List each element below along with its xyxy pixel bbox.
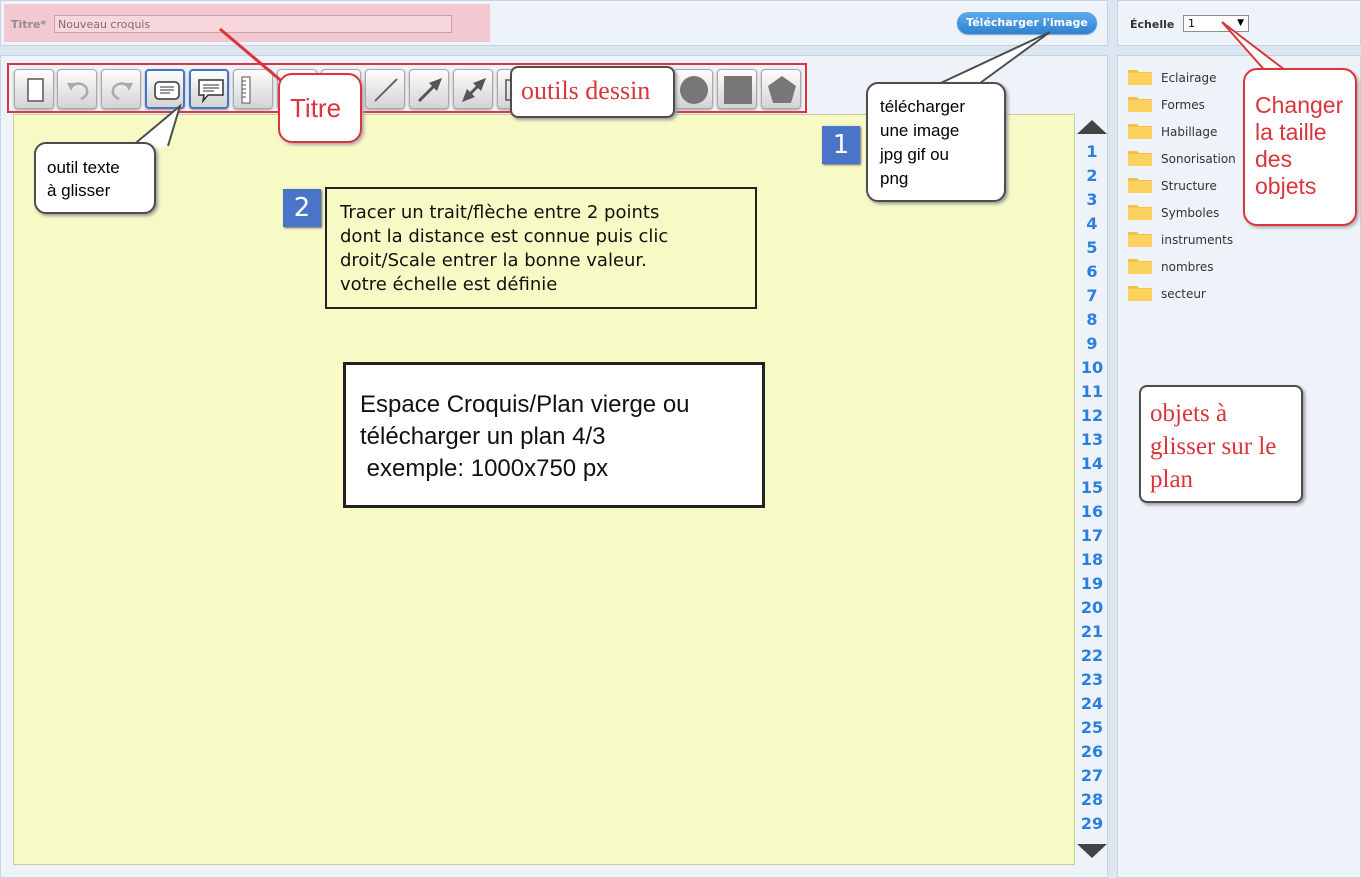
- callout-objets-glisser: objets à glisser sur le plan: [1139, 385, 1303, 503]
- callout-titre-text: Titre: [290, 93, 342, 123]
- step-badge-1: 1: [822, 126, 860, 164]
- callout-changer-taille: Changer la taille des objets: [1243, 68, 1357, 226]
- step-badge-2: 2: [283, 189, 321, 227]
- step-2-note: Tracer un trait/flèche entre 2 points do…: [325, 187, 757, 309]
- canvas-info-note-text: Espace Croquis/Plan vierge ou télécharge…: [360, 391, 690, 482]
- callout-telecharger: télécharger une image jpg gif ou png: [866, 82, 1006, 202]
- callout-titre: Titre: [278, 73, 362, 143]
- callout-outil-texte: outil texte à glisser: [34, 142, 156, 214]
- canvas-info-note: Espace Croquis/Plan vierge ou télécharge…: [343, 362, 765, 508]
- callout-changer-taille-text: Changer la taille des objets: [1255, 92, 1344, 199]
- callout-outils-dessin: outils dessin: [510, 66, 675, 118]
- callout-outils-dessin-text: outils dessin: [521, 76, 651, 105]
- callout-objets-glisser-text: objets à glisser sur le plan: [1150, 400, 1277, 493]
- callout-telecharger-text: télécharger une image jpg gif ou png: [880, 97, 966, 188]
- step-2-note-text: Tracer un trait/flèche entre 2 points do…: [340, 202, 669, 295]
- callout-outil-texte-text: outil texte à glisser: [47, 158, 120, 200]
